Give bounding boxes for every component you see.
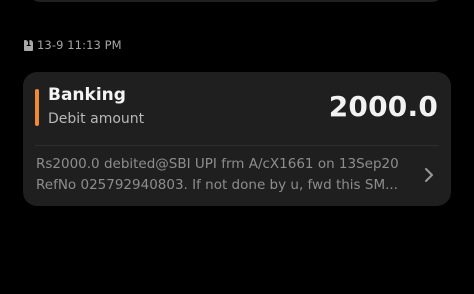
transaction-amount: 2000.0 [328, 90, 438, 123]
sms-preview[interactable]: Rs2000.0 debited@SBI UPI frm A/cX1661 on… [36, 154, 416, 196]
category-accent-bar [35, 89, 39, 126]
message-timestamp: 13-9 11:13 PM [37, 38, 122, 52]
transaction-card[interactable]: Banking Debit amount 2000.0 Rs2000.0 deb… [23, 72, 451, 206]
sms-preview-line-2: RefNo 025792940803. If not done by u, fw… [36, 177, 398, 193]
previous-card-edge[interactable] [28, 0, 444, 2]
transaction-category: Banking [48, 85, 126, 105]
transaction-type-label: Debit amount [48, 111, 145, 127]
sim-card-icon [24, 39, 33, 51]
sms-preview-line-1: Rs2000.0 debited@SBI UPI frm A/cX1661 on… [36, 156, 399, 172]
message-timestamp-row: 13-9 11:13 PM [24, 37, 122, 53]
chevron-right-icon[interactable] [422, 166, 436, 184]
card-divider [35, 145, 439, 146]
